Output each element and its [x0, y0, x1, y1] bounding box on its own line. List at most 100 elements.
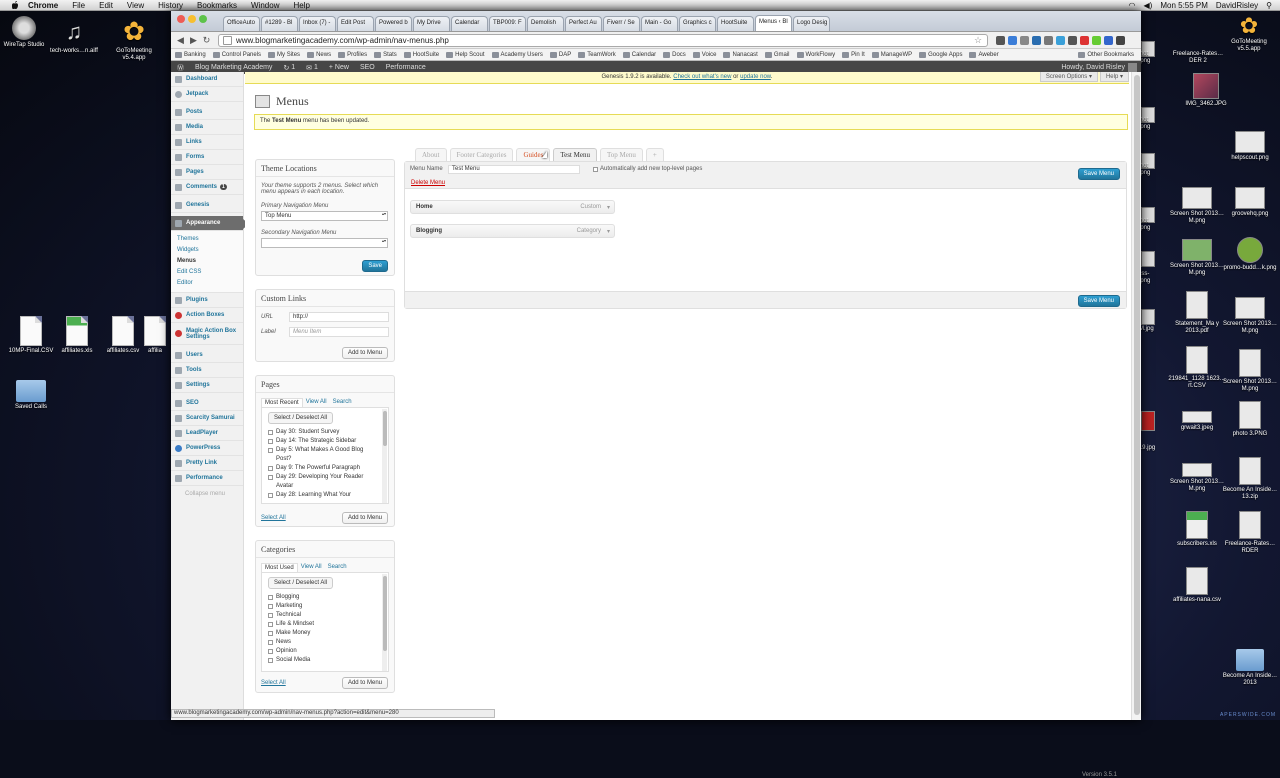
list-item[interactable]: Opinion [266, 647, 376, 656]
bookmark-item[interactable]: News [307, 52, 331, 58]
browser-tab[interactable]: My Drive [413, 16, 450, 31]
tab-view-all[interactable]: View All [298, 563, 325, 572]
list-item[interactable]: Day 30: Student Survey [266, 428, 376, 437]
reload-icon[interactable]: ↻ [201, 35, 212, 46]
sidebar-item-pages[interactable]: Pages [171, 165, 243, 180]
secondary-nav-select[interactable] [261, 238, 388, 248]
scrollbar-thumb[interactable] [383, 411, 387, 446]
menu-item-blogging[interactable]: Blogging Category ▾ [410, 224, 615, 238]
sidebar-item-genesis[interactable]: Genesis [171, 198, 243, 213]
list-item[interactable]: Technical [266, 611, 376, 620]
bookmark-item[interactable]: Control Panels [213, 52, 261, 58]
browser-tab[interactable]: TBP009: F [489, 16, 526, 31]
checkbox[interactable] [268, 622, 273, 627]
desktop-icon-screenshot-3[interactable]: Screen Shot 2013…M.png [1220, 297, 1280, 335]
checkbox[interactable] [268, 430, 273, 435]
pages-select-deselect-button[interactable]: Select / Deselect All [268, 412, 334, 424]
expand-arrow-icon[interactable]: ▾ [607, 204, 610, 211]
browser-tab[interactable]: OfficeAuto [223, 16, 260, 31]
bookmark-item[interactable]: HootSuite [404, 52, 439, 58]
address-bar[interactable]: www.blogmarketingacademy.com/wp-admin/na… [218, 33, 988, 47]
calendar-icon[interactable] [1141, 411, 1155, 431]
admin-bar-site[interactable]: Blog Marketing Academy [195, 64, 272, 71]
submenu-edit-css[interactable]: Edit CSS [177, 266, 243, 277]
sidebar-item-jetpack[interactable]: Jetpack [171, 87, 243, 102]
submenu-editor[interactable]: Editor [177, 277, 243, 288]
auto-add-pages-checkbox[interactable]: Automatically add new top-level pages [593, 166, 702, 172]
bookmark-item[interactable]: My Sites [268, 52, 300, 58]
list-item[interactable]: Day 5: What Makes A Good Blog Post? [266, 446, 376, 464]
admin-bar-seo[interactable]: SEO [360, 64, 375, 71]
bookmark-item[interactable]: Nanacast [723, 52, 757, 58]
expand-arrow-icon[interactable]: ▾ [607, 228, 610, 235]
desktop-icon-screenshot-1[interactable]: Screen Shot 2013…M.png [1167, 187, 1227, 225]
extension-icon[interactable] [1032, 35, 1042, 45]
checkbox[interactable] [268, 493, 273, 498]
browser-tab[interactable]: Edit Post [337, 16, 374, 31]
sidebar-item-dashboard[interactable]: Dashboard [171, 72, 243, 87]
desktop-icon-photo-3[interactable]: photo 3.PNG [1220, 401, 1280, 438]
browser-tab[interactable]: Graphics c [679, 16, 716, 31]
help-button[interactable]: Help ▾ [1099, 72, 1129, 82]
desktop-icon-affiliates-nana[interactable]: affiliates-nana.csv [1167, 567, 1227, 604]
sidebar-item-posts[interactable]: Posts [171, 105, 243, 120]
tab-view-all[interactable]: View All [303, 398, 330, 407]
bookmark-item[interactable]: Help Scout [446, 52, 484, 58]
sidebar-item-media[interactable]: Media [171, 120, 243, 135]
desktop-icon-statement-pdf[interactable]: Statement_Ma y 2013.pdf [1167, 291, 1227, 335]
menu-file[interactable]: File [72, 1, 85, 10]
tab-search[interactable]: Search [330, 398, 355, 407]
sidebar-item-pretty-link[interactable]: Pretty Link [171, 456, 243, 471]
label-input[interactable]: Menu Item [289, 327, 389, 337]
menu-history[interactable]: History [158, 1, 183, 10]
bookmark-item[interactable]: Profiles [338, 52, 367, 58]
tab-menu-footer-categories[interactable]: Footer Categories [449, 148, 514, 161]
categories-select-all-link[interactable]: Select All [261, 680, 286, 686]
bookmark-item[interactable]: Banking [175, 52, 206, 58]
list-item[interactable]: News [266, 638, 376, 647]
submenu-menus[interactable]: Menus [177, 255, 243, 266]
sidebar-item-tools[interactable]: Tools [171, 363, 243, 378]
list-item[interactable]: Day 14: The Strategic Sidebar [266, 437, 376, 446]
sidebar-item-users[interactable]: Users [171, 348, 243, 363]
browser-tab[interactable]: Fiverr / Se [603, 16, 640, 31]
browser-tab[interactable]: Calendar [451, 16, 488, 31]
partial-file-icon[interactable] [1141, 309, 1155, 325]
browser-tab-active[interactable]: Menus ‹ Bl [755, 15, 792, 31]
desktop-icon-subscribers-xls[interactable]: subscribers.xls [1167, 511, 1227, 548]
list-item[interactable]: Day 9: The Powerful Paragraph [266, 464, 376, 473]
back-icon[interactable]: ◀ [175, 35, 186, 46]
checkbox[interactable] [268, 649, 273, 654]
browser-tab[interactable]: Main - Go [641, 16, 678, 31]
list-item[interactable]: Day 28: Learning What Your [266, 491, 376, 500]
desktop-icon-tech-works[interactable]: ♫ tech-works…n.aiff [46, 16, 102, 55]
checkbox[interactable] [268, 466, 273, 471]
tab-search[interactable]: Search [325, 563, 350, 572]
zoom-window-icon[interactable] [199, 15, 207, 23]
tab-menu-about[interactable]: About [415, 148, 447, 161]
wifi-icon[interactable]: ◠ [1129, 1, 1136, 10]
list-item[interactable]: Life & Mindset [266, 620, 376, 629]
add-menu-tab[interactable]: + [645, 148, 664, 161]
close-window-icon[interactable] [177, 15, 185, 23]
primary-nav-select[interactable]: Top Menu [261, 211, 388, 221]
checkbox[interactable] [268, 475, 273, 480]
desktop-icon-screenshot-2[interactable]: Screen Shot 2013…M.png [1167, 239, 1227, 277]
bookmark-item[interactable]: Academy Users [492, 52, 543, 58]
pages-scrollbar[interactable] [382, 409, 387, 503]
desktop-icon-screenshot-4[interactable]: Screen Shot 2013…M.png [1220, 349, 1280, 393]
list-item[interactable]: Make Money [266, 629, 376, 638]
list-item[interactable]: Day 29: Developing Your Reader Avatar [266, 473, 376, 491]
save-locations-button[interactable]: Save [362, 260, 388, 272]
admin-bar-updates[interactable]: ↻ 1 [283, 64, 295, 72]
wrench-menu-icon[interactable] [1116, 35, 1126, 45]
desktop-icon-affiliates-partial[interactable]: affilia [137, 316, 173, 355]
categories-scrollbar[interactable] [382, 574, 387, 671]
wordpress-logo-icon[interactable]: Ⓦ [177, 63, 184, 73]
sidebar-item-settings[interactable]: Settings [171, 378, 243, 393]
desktop-icon-gotomeeting-55[interactable]: ✿ GoToMeeting v5.5.app [1219, 15, 1279, 53]
bookmark-item[interactable]: Aweber [969, 52, 998, 58]
extension-icon[interactable] [1008, 35, 1018, 45]
desktop-icon-groovehq[interactable]: groovehq.png [1220, 187, 1280, 218]
menu-edit[interactable]: Edit [99, 1, 113, 10]
